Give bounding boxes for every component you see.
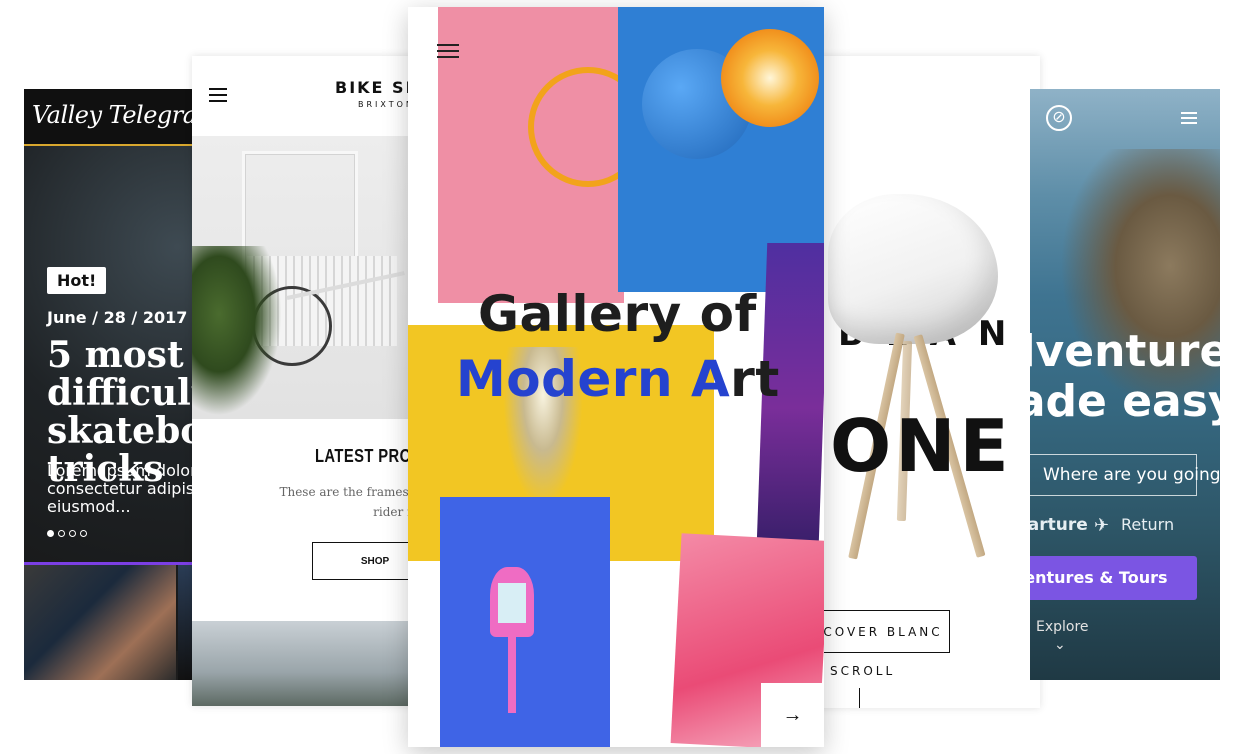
- slider-dot-1[interactable]: [47, 530, 54, 537]
- slider-dot-2[interactable]: [58, 530, 65, 537]
- hero-image: [192, 136, 432, 419]
- lamp-pole-shape: [508, 637, 516, 713]
- gallery-screen: Gallery of Modern Art →: [408, 7, 824, 747]
- gallery-title-line-1: Gallery of: [478, 285, 757, 343]
- plant-shape: [192, 246, 282, 416]
- scroll-label[interactable]: SCROLL: [830, 664, 895, 678]
- arrow-right-icon[interactable]: →: [761, 683, 824, 747]
- hamburger-menu-icon[interactable]: [209, 88, 227, 102]
- hero-title: Adventures made easy: [1030, 327, 1220, 427]
- scroll-indicator: [859, 688, 860, 708]
- article-excerpt: Lorem ipsum dolor sit amet, consectetur …: [47, 461, 204, 516]
- one-word: ONE: [830, 404, 1013, 488]
- landscape-image: [192, 621, 432, 706]
- orange-slice-shape: [721, 29, 819, 127]
- hot-badge: Hot!: [47, 267, 107, 294]
- gallery-title-highlight: Modern A: [456, 350, 731, 408]
- chair-seat: [828, 194, 998, 344]
- hero-title-line-2: made easy: [1030, 376, 1220, 427]
- adventures-screen: ⊘ Adventures made easy Where are you goi…: [1030, 89, 1220, 680]
- bike-shop-subbrand: BRIXTON: [358, 100, 415, 109]
- return-option[interactable]: Return: [1121, 515, 1174, 534]
- valley-logo[interactable]: Valley Telegraph: [32, 101, 204, 129]
- slider-dot-4[interactable]: [80, 530, 87, 537]
- slider-dot-3[interactable]: [69, 530, 76, 537]
- destination-input[interactable]: Where are you going?: [1030, 454, 1220, 496]
- departure-option[interactable]: Departure: [1030, 515, 1088, 535]
- plane-landing-icon: ✈: [1094, 515, 1110, 535]
- header-bar: Valley Telegraph: [24, 89, 204, 146]
- hamburger-menu-icon[interactable]: [1181, 112, 1197, 124]
- chevron-down-icon[interactable]: ⌄: [1054, 636, 1066, 653]
- blanc-one-screen: BLANC ONE COVER BLANC SCROLL: [790, 56, 1040, 708]
- brand-logo-icon[interactable]: ⊘: [1046, 105, 1072, 131]
- slider-dots: [47, 530, 87, 537]
- cover-blanc-button[interactable]: COVER BLANC: [816, 610, 950, 653]
- departure-label: Departure: [1030, 515, 1088, 535]
- hero-title-line-1: Adventures: [1030, 326, 1220, 377]
- article-date: June / 28 / 2017: [47, 308, 188, 327]
- tattoo-thumbnail[interactable]: [24, 565, 176, 680]
- gallery-title-rest: rt: [730, 350, 780, 408]
- bike-shop-screen: BIKE SHOP BRIXTON LATEST PRODUCTS These …: [192, 56, 432, 706]
- explore-link[interactable]: Explore: [1036, 619, 1089, 635]
- lamp-glass-shape: [498, 583, 526, 623]
- hamburger-menu-icon[interactable]: [437, 44, 459, 58]
- gallery-title-line-2: Modern Art: [456, 350, 780, 408]
- valley-telegraph-screen: Valley Telegraph Hot! June / 28 / 2017 5…: [24, 89, 204, 680]
- adventures-tours-button[interactable]: Adventures & Tours: [1030, 556, 1197, 600]
